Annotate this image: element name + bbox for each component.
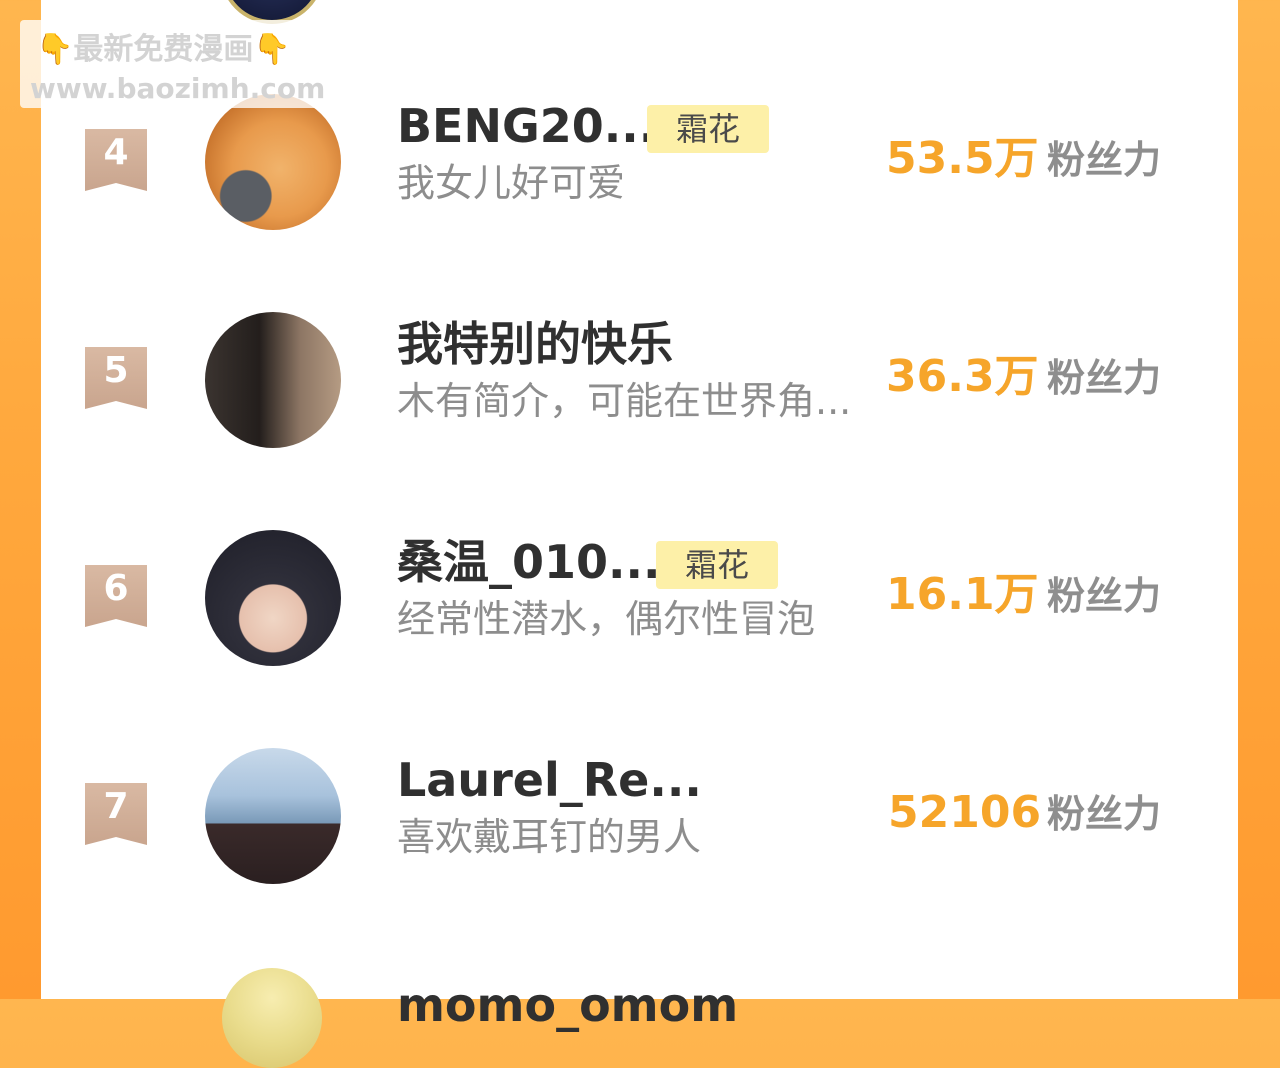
boy-avatar[interactable] [205,530,341,666]
user-name-rank-8-partial[interactable]: momo_omom [397,977,738,1033]
user-bio: 喜欢戴耳钉的男人 [397,815,702,859]
user-bio: 我女儿好可爱 [397,161,626,205]
user-name[interactable]: 我特别的快乐 [397,316,673,372]
fans-count: 16.1万 [886,569,1039,620]
user-bio: 木有简介，可能在世界角... [397,379,852,423]
user-name[interactable]: Laurel_Re... [397,752,702,808]
fans-label: 粉丝力 [1047,356,1162,400]
beach-avatar[interactable] [205,748,341,884]
user-bio: 经常性潜水，偶尔性冒泡 [397,597,816,641]
cat-avatar[interactable] [205,94,341,230]
pointing-down-icon: 👇 [36,32,74,67]
user-tag: 霜花 [647,105,769,153]
rank-badge: 6 [85,565,147,627]
girl-avatar[interactable] [205,312,341,448]
fans-count: 52106 [888,787,1042,838]
ranking-row-7[interactable]: 7 Laurel_Re... 喜欢戴耳钉的男人 52106 粉丝力 [0,748,1280,888]
watermark: 👇最新免费漫画👇 www.baozimh.com [20,20,330,108]
rank-badge: 7 [85,783,147,845]
pointing-down-icon: 👇 [253,32,291,67]
ranking-row-4[interactable]: 4 BENG20... 霜花 我女儿好可爱 53.5万 粉丝力 [0,94,1280,234]
fans-label: 粉丝力 [1047,574,1162,618]
user-name[interactable]: 桑温_010... [397,534,660,590]
ranking-row-5[interactable]: 5 我特别的快乐 木有简介，可能在世界角... 36.3万 粉丝力 [0,312,1280,452]
rank-number: 6 [103,568,129,609]
avatar-rank-8-partial[interactable] [222,968,322,1068]
fans-label: 粉丝力 [1047,138,1162,182]
rank-number: 5 [103,350,129,391]
watermark-title: 👇最新免费漫画👇 [36,32,291,68]
fans-count: 36.3万 [886,351,1039,402]
watermark-url: www.baozimh.com [30,72,326,105]
user-name[interactable]: BENG20... [397,98,656,154]
rank-badge: 4 [85,129,147,191]
fans-count: 53.5万 [886,133,1039,184]
user-tag: 霜花 [656,541,778,589]
watermark-title-text: 最新免费漫画 [73,32,254,67]
rank-number: 4 [103,132,129,173]
ranking-row-6[interactable]: 6 桑温_010... 霜花 经常性潜水，偶尔性冒泡 16.1万 粉丝力 [0,530,1280,670]
rank-number: 7 [103,786,129,827]
rank-badge: 5 [85,347,147,409]
fans-label: 粉丝力 [1047,792,1162,836]
